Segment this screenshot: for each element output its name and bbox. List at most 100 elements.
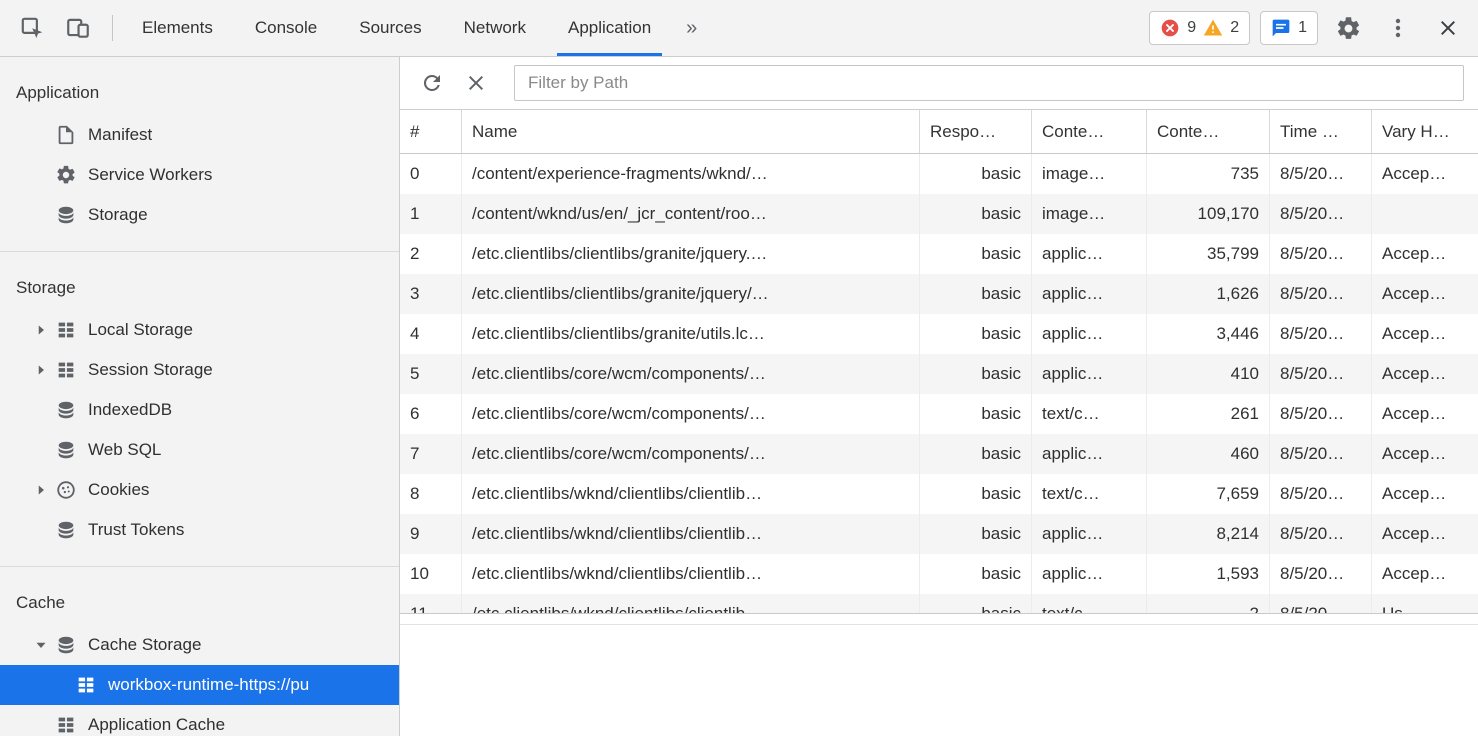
cell-vary: Accep…	[1372, 314, 1478, 354]
expander-spacer	[28, 115, 54, 155]
cell-content-type: applic…	[1032, 354, 1147, 394]
preview-pane	[400, 624, 1478, 736]
sidebar-item-session-storage[interactable]: Session Storage	[0, 350, 399, 390]
inspect-element-button[interactable]	[12, 8, 52, 48]
close-devtools-button[interactable]	[1428, 8, 1468, 48]
table-row[interactable]: 5/etc.clientlibs/core/wcm/components/…ba…	[400, 354, 1478, 394]
cell-response-type: basic	[920, 434, 1032, 474]
table-row[interactable]: 4/etc.clientlibs/clientlibs/granite/util…	[400, 314, 1478, 354]
column-header-4[interactable]: Conte…	[1147, 110, 1270, 153]
issues-badge[interactable]: 1	[1260, 11, 1318, 45]
cell-vary: Accep…	[1372, 154, 1478, 194]
cell-response-type: basic	[920, 354, 1032, 394]
column-header-6[interactable]: Vary H…	[1372, 110, 1478, 153]
expander-spacer	[28, 705, 54, 736]
issues-count: 1	[1298, 19, 1307, 37]
gear-icon	[1335, 15, 1362, 42]
cell-time: 8/5/20…	[1270, 554, 1372, 594]
tab-application[interactable]: Application	[547, 0, 672, 56]
cell-content-length: 8,214	[1147, 514, 1270, 554]
close-icon	[1436, 16, 1460, 40]
column-header-5[interactable]: Time …	[1270, 110, 1372, 153]
cell-content-length: 35,799	[1147, 234, 1270, 274]
table-icon	[74, 673, 98, 697]
device-toolbar-button[interactable]	[58, 8, 98, 48]
expander-collapsed-icon[interactable]	[28, 310, 54, 350]
table-row[interactable]: 1/content/wknd/us/en/_jcr_content/roo…ba…	[400, 194, 1478, 234]
console-summary-badge[interactable]: 9 2	[1149, 11, 1250, 45]
clear-button[interactable]	[456, 63, 496, 103]
sidebar-item-cache-storage[interactable]: Cache Storage	[0, 625, 399, 665]
cell-content-length: 410	[1147, 354, 1270, 394]
error-count: 9	[1187, 19, 1196, 37]
cell-vary: Accep…	[1372, 554, 1478, 594]
table-row[interactable]: 3/etc.clientlibs/clientlibs/granite/jque…	[400, 274, 1478, 314]
cell-content-type: text/c…	[1032, 594, 1147, 614]
main-toolbar: ElementsConsoleSourcesNetworkApplication…	[0, 0, 1478, 57]
table-row[interactable]: 8/etc.clientlibs/wknd/clientlibs/clientl…	[400, 474, 1478, 514]
cell-vary: Accep…	[1372, 434, 1478, 474]
cell-content-length: 1,593	[1147, 554, 1270, 594]
filter-input[interactable]	[514, 65, 1464, 101]
column-header-2[interactable]: Respo…	[920, 110, 1032, 153]
tab-console[interactable]: Console	[234, 0, 338, 56]
cell-content-length: 2	[1147, 594, 1270, 614]
cell-time: 8/5/20…	[1270, 194, 1372, 234]
table-icon	[54, 318, 78, 342]
table-row[interactable]: 2/etc.clientlibs/clientlibs/granite/jque…	[400, 234, 1478, 274]
tab-network[interactable]: Network	[443, 0, 547, 56]
cell-vary: Accep…	[1372, 474, 1478, 514]
refresh-button[interactable]	[412, 63, 452, 103]
cell-content-length: 7,659	[1147, 474, 1270, 514]
gear-icon	[54, 163, 78, 187]
column-header-3[interactable]: Conte…	[1032, 110, 1147, 153]
sidebar-item-local-storage[interactable]: Local Storage	[0, 310, 399, 350]
cell-time: 8/5/20…	[1270, 594, 1372, 614]
cache-toolbar	[400, 57, 1478, 110]
tab-elements[interactable]: Elements	[121, 0, 234, 56]
column-header-1[interactable]: Name	[462, 110, 920, 153]
kebab-menu-icon	[1386, 16, 1410, 40]
more-tabs-button[interactable]: »	[672, 17, 711, 40]
sidebar-item-label: Cache Storage	[88, 635, 201, 655]
table-row[interactable]: 0/content/experience-fragments/wknd/…bas…	[400, 154, 1478, 194]
expander-collapsed-icon[interactable]	[28, 470, 54, 510]
cell-index: 4	[400, 314, 462, 354]
section-title-cache: Cache	[0, 581, 399, 625]
table-row[interactable]: 6/etc.clientlibs/core/wcm/components/…ba…	[400, 394, 1478, 434]
sidebar-item-indexeddb[interactable]: IndexedDB	[0, 390, 399, 430]
cell-content-length: 460	[1147, 434, 1270, 474]
table-row[interactable]: 11/etc.clientlibs/wknd/clientlibs/client…	[400, 594, 1478, 614]
settings-button[interactable]	[1328, 8, 1368, 48]
cell-index: 9	[400, 514, 462, 554]
cell-response-type: basic	[920, 554, 1032, 594]
table-row[interactable]: 10/etc.clientlibs/wknd/clientlibs/client…	[400, 554, 1478, 594]
expander-spacer	[28, 390, 54, 430]
table-row[interactable]: 7/etc.clientlibs/core/wcm/components/…ba…	[400, 434, 1478, 474]
sidebar-item-label: Manifest	[88, 125, 152, 145]
sidebar-item-service-workers[interactable]: Service Workers	[0, 155, 399, 195]
cell-vary: Accep…	[1372, 354, 1478, 394]
sidebar-item-storage[interactable]: Storage	[0, 195, 399, 235]
sidebar-item-workbox-runtime-https-pu[interactable]: workbox-runtime-https://pu	[0, 665, 399, 705]
cell-time: 8/5/20…	[1270, 434, 1372, 474]
expander-collapsed-icon[interactable]	[28, 350, 54, 390]
cell-name: /etc.clientlibs/core/wcm/components/…	[462, 434, 920, 474]
tab-sources[interactable]: Sources	[338, 0, 442, 56]
sidebar-item-web-sql[interactable]: Web SQL	[0, 430, 399, 470]
cell-name: /etc.clientlibs/wknd/clientlibs/clientli…	[462, 474, 920, 514]
sidebar-item-cookies[interactable]: Cookies	[0, 470, 399, 510]
sidebar-item-trust-tokens[interactable]: Trust Tokens	[0, 510, 399, 550]
expander-expanded-icon[interactable]	[28, 625, 54, 665]
refresh-icon	[420, 71, 444, 95]
table-row[interactable]: 9/etc.clientlibs/wknd/clientlibs/clientl…	[400, 514, 1478, 554]
cell-name: /content/wknd/us/en/_jcr_content/roo…	[462, 194, 920, 234]
sidebar-item-application-cache[interactable]: Application Cache	[0, 705, 399, 736]
cell-content-type: text/c…	[1032, 474, 1147, 514]
more-options-button[interactable]	[1378, 8, 1418, 48]
sidebar-item-manifest[interactable]: Manifest	[0, 115, 399, 155]
column-header-0[interactable]: #	[400, 110, 462, 153]
toolbar-left-group	[0, 8, 121, 48]
section-title-storage: Storage	[0, 266, 399, 310]
cell-index: 6	[400, 394, 462, 434]
